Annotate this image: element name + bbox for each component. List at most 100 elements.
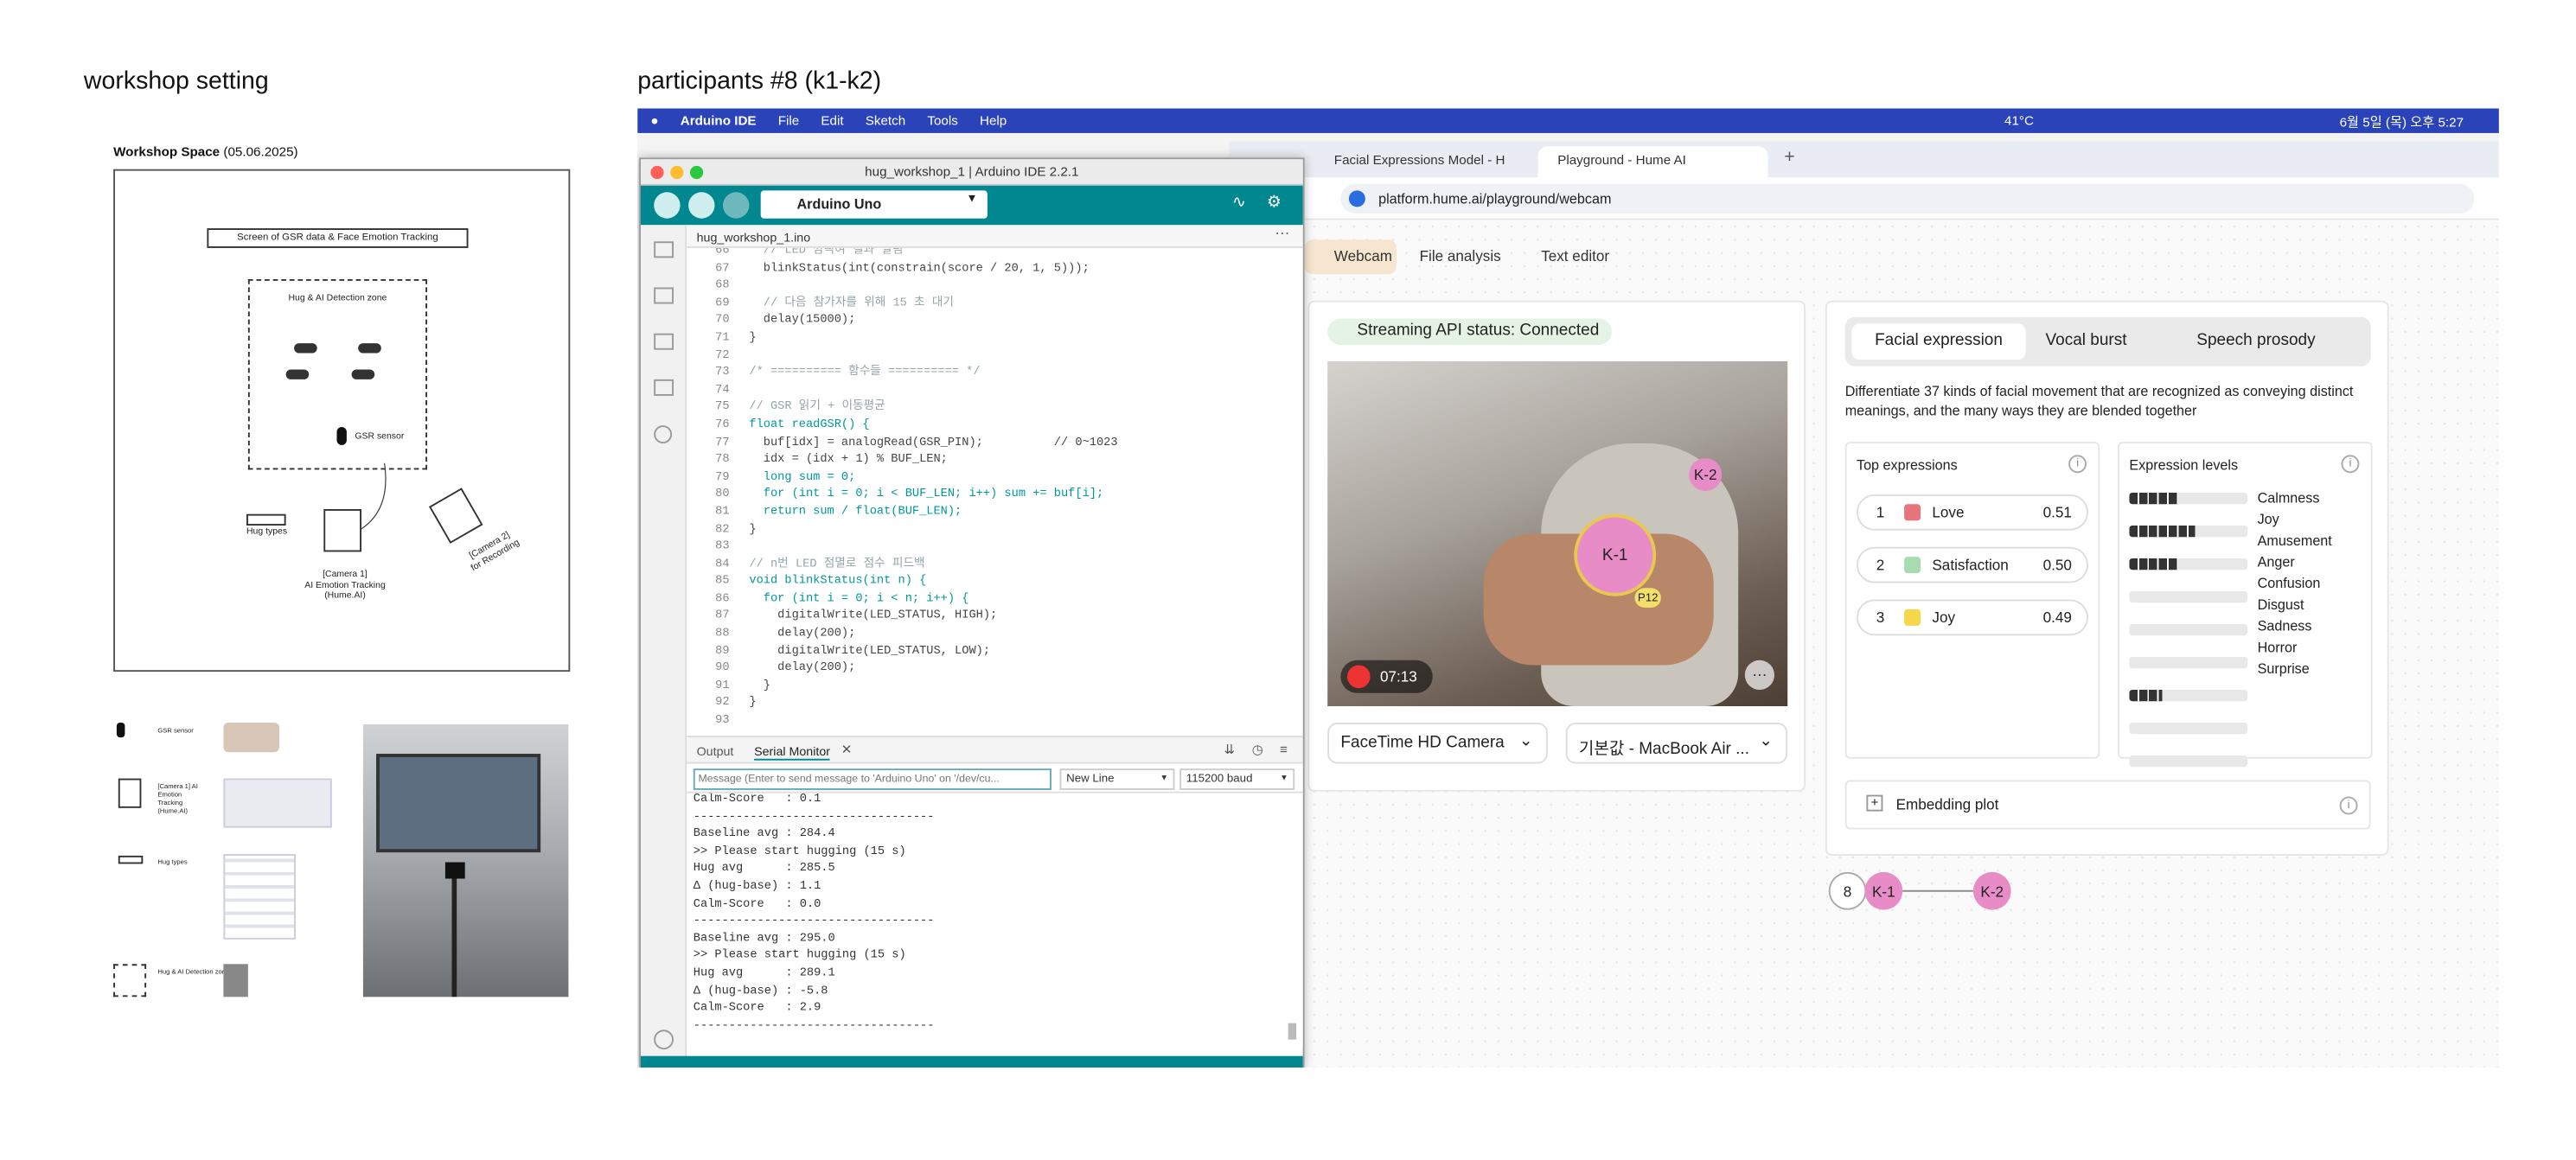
code-line[interactable]: } <box>749 330 1117 347</box>
gsr-label: GSR sensor <box>355 431 405 443</box>
timestamp-icon[interactable]: ◷ <box>1252 743 1263 757</box>
hug-types-label: Hug types <box>246 526 288 538</box>
address-bar[interactable]: platform.hume.ai/playground/webcam <box>1340 183 2475 214</box>
level-bar <box>2129 591 2248 603</box>
browser-tab-active[interactable]: Playground - Hume AI <box>1537 146 1768 178</box>
browser-tab[interactable]: Facial Expressions Model - H <box>1314 148 1537 174</box>
tab-vocal-burst[interactable]: Vocal burst <box>2046 332 2127 350</box>
clear-output-icon[interactable]: ≡ <box>1280 743 1288 757</box>
code-line[interactable]: // LED 깜빡여 결과 알림 <box>749 248 1117 260</box>
line-number: 76 <box>715 418 730 432</box>
menu-tools[interactable]: Tools <box>927 113 958 128</box>
info-icon[interactable]: i <box>2339 796 2358 815</box>
tab-serial-monitor[interactable]: Serial Monitor <box>754 744 831 761</box>
folder-icon[interactable] <box>654 241 674 258</box>
line-number: 91 <box>715 679 730 693</box>
code-line[interactable]: } <box>749 678 1117 695</box>
code-line[interactable]: return sum / float(BUF_LEN); <box>749 504 1117 521</box>
recording-indicator[interactable]: 07:13 <box>1340 660 1433 693</box>
line-number: 71 <box>715 331 730 345</box>
library-icon[interactable] <box>654 333 674 350</box>
camera-select[interactable]: FaceTime HD Camera ⌄ <box>1327 723 1548 764</box>
expand-icon[interactable]: + <box>1866 794 1883 812</box>
code-line[interactable]: for (int i = 0; i < n; i++) { <box>749 591 1117 609</box>
code-line[interactable] <box>749 277 1117 295</box>
code-line[interactable] <box>749 539 1117 556</box>
upload-icon[interactable] <box>688 192 715 219</box>
baud-select[interactable]: 115200 baud ▼ <box>1179 768 1295 790</box>
serial-plotter-icon[interactable]: ∿ <box>1232 194 1246 212</box>
autoscroll-icon[interactable]: ⇊ <box>1224 743 1236 757</box>
code-line[interactable]: /* ========== 함수들 ========== */ <box>749 365 1117 382</box>
menu-help[interactable]: Help <box>980 113 1007 128</box>
code-line[interactable]: delay(200); <box>749 626 1117 643</box>
code-line[interactable]: idx = (idx + 1) % BUF_LEN; <box>749 452 1117 469</box>
profile-icon[interactable] <box>654 1029 674 1050</box>
code-line[interactable]: delay(200); <box>749 660 1117 678</box>
chevron-down-icon: ⌄ <box>1759 732 1774 751</box>
code-line[interactable]: for (int i = 0; i < BUF_LEN; i++) sum +=… <box>749 487 1117 504</box>
scrollbar-thumb[interactable] <box>1288 1023 1297 1040</box>
file-tab[interactable]: hug_workshop_1.ino <box>697 230 811 245</box>
code-line[interactable]: } <box>749 521 1117 539</box>
tab-speech-prosody[interactable]: Speech prosody <box>2196 332 2315 350</box>
more-icon[interactable]: ⋯ <box>1744 660 1774 690</box>
info-icon[interactable]: i <box>2068 455 2087 474</box>
code-line[interactable]: blinkStatus(int(constrain(score / 20, 1,… <box>749 260 1117 277</box>
debug-panel-icon[interactable] <box>654 379 674 396</box>
code-line[interactable] <box>749 713 1117 730</box>
close-tab-icon[interactable]: ✕ <box>841 743 853 757</box>
menu-sketch[interactable]: Sketch <box>866 113 905 128</box>
menu-edit[interactable]: Edit <box>821 113 843 128</box>
serial-line: Calm-Score : 0.1 <box>693 793 821 806</box>
info-icon[interactable]: i <box>2341 455 2360 474</box>
code-line[interactable]: delay(15000); <box>749 313 1117 330</box>
mode-webcam[interactable]: Webcam <box>1304 239 1397 275</box>
verify-icon[interactable] <box>654 192 681 219</box>
serial-message-input[interactable] <box>693 768 1051 790</box>
code-line[interactable]: float readGSR() { <box>749 417 1117 434</box>
code-line[interactable]: // n번 LED 점멸로 점수 피드백 <box>749 557 1117 574</box>
new-tab-icon[interactable]: + <box>1784 148 1794 168</box>
face-marker-k2[interactable]: K-2 <box>1689 458 1723 492</box>
level-bar <box>2129 690 2248 702</box>
code-line[interactable]: // 다음 참가자를 위해 15 초 대기 <box>749 296 1117 313</box>
debug-icon[interactable] <box>723 192 750 219</box>
more-icon[interactable]: ⋯ <box>1275 225 1289 243</box>
mode-text-editor[interactable]: Text editor <box>1541 248 1609 265</box>
serial-monitor-icon[interactable]: ⚙ <box>1267 194 1282 212</box>
code-text[interactable]: // LED 깜빡여 결과 알림 blinkStatus(int(constra… <box>749 248 1117 730</box>
search-icon[interactable] <box>654 425 673 443</box>
apple-icon[interactable]: ● <box>650 113 658 128</box>
code-line[interactable] <box>749 382 1117 399</box>
code-line[interactable]: void blinkStatus(int n) { <box>749 574 1117 591</box>
line-ending-select[interactable]: New Line ▼ <box>1059 768 1175 790</box>
camera1-label: [Camera 1] AI Emotion Tracking (Hume.AI) <box>304 570 386 602</box>
mic-select[interactable]: 기본값 - MacBook Air ... ⌄ <box>1565 723 1788 764</box>
browser-toolbar: platform.hume.ai/playground/webcam <box>1229 177 2499 220</box>
boards-icon[interactable] <box>654 287 674 304</box>
clock[interactable]: 6월 5일 (목) 오후 5:27 <box>2340 113 2464 131</box>
code-line[interactable]: digitalWrite(LED_STATUS, LOW); <box>749 643 1117 660</box>
arduino-toolbar: Arduino Uno ▼ ∿ ⚙ <box>641 185 1303 226</box>
tab-output[interactable]: Output <box>697 744 734 759</box>
face-marker-p12[interactable]: P12 <box>1634 588 1661 608</box>
menu-app[interactable]: Arduino IDE <box>681 113 757 128</box>
menu-file[interactable]: File <box>778 113 799 128</box>
code-line[interactable]: long sum = 0; <box>749 469 1117 487</box>
code-line[interactable]: // GSR 읽기 + 이동평균 <box>749 399 1117 417</box>
mac-menubar: ● Arduino IDE File Edit Sketch Tools Hel… <box>637 108 2499 133</box>
embedding-plot-row[interactable]: + Embedding plot i <box>1844 780 2371 830</box>
stop-icon[interactable] <box>1347 665 1371 689</box>
code-line[interactable]: } <box>749 696 1117 713</box>
code-line[interactable] <box>749 347 1117 365</box>
line-number: 68 <box>715 279 730 293</box>
code-line[interactable]: buf[idx] = analogRead(GSR_PIN); // 0~102… <box>749 435 1118 452</box>
tab-facial-expression[interactable]: Facial expression <box>1851 323 2026 360</box>
serial-line: >> Please start hugging (15 s) <box>693 845 906 859</box>
code-line[interactable]: digitalWrite(LED_STATUS, HIGH); <box>749 609 1117 626</box>
board-select[interactable]: Arduino Uno ▼ <box>760 190 988 219</box>
mode-file-analysis[interactable]: File analysis <box>1420 248 1501 265</box>
face-marker-k1[interactable]: K-1 <box>1574 513 1657 596</box>
code-editor[interactable]: 66 67 68 69 70 71 72 73 74 75 76 77 78 79 80 81 82 83 84 85… <box>687 247 1303 736</box>
